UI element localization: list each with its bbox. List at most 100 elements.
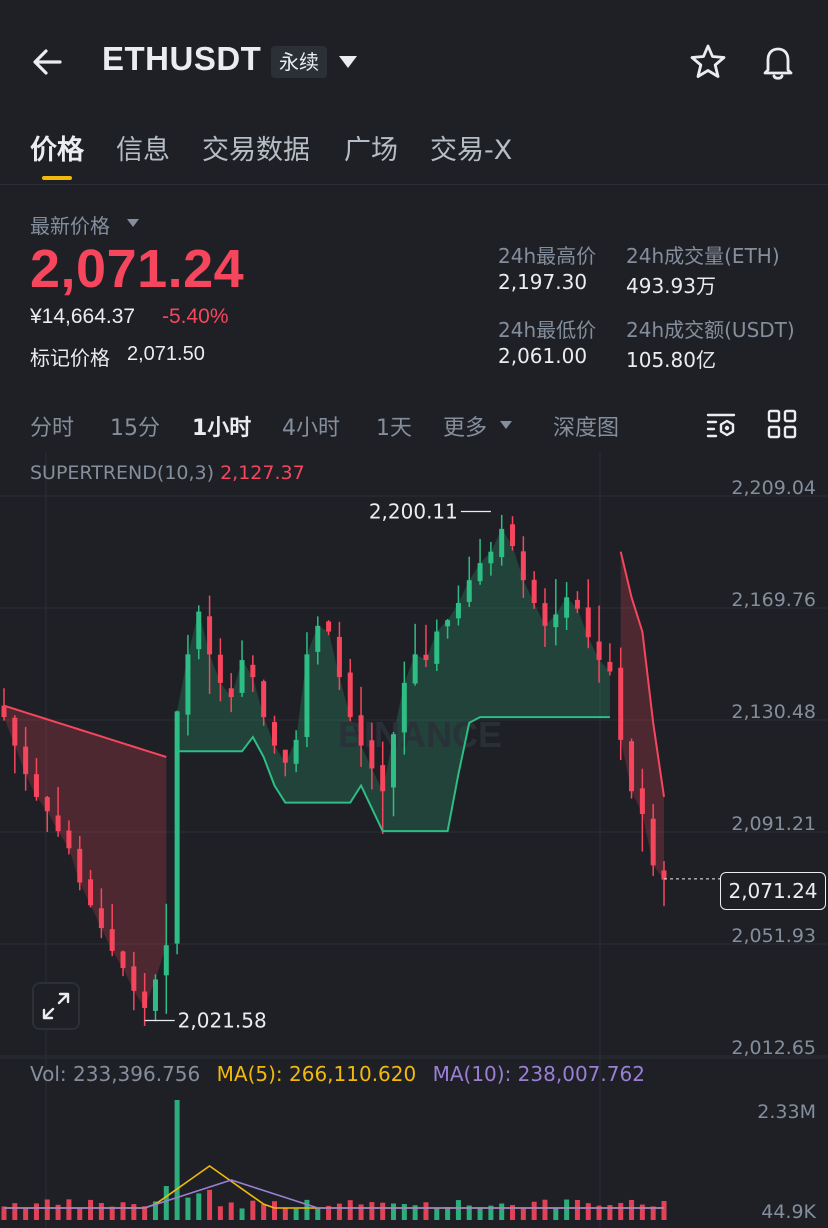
candlestick-chart[interactable]: BINANCE 2,209.042,169.762,130.482,091.21… xyxy=(0,452,828,1228)
candle-body xyxy=(585,607,591,638)
interval-4h[interactable]: 4小时 xyxy=(282,410,340,442)
candle-body xyxy=(109,929,115,951)
depth-chart-tab[interactable]: 深度图 xyxy=(553,410,619,442)
volume-bar xyxy=(531,1201,537,1220)
volume-bar xyxy=(574,1199,580,1220)
more-dropdown-icon[interactable] xyxy=(499,420,513,430)
volume-bar xyxy=(423,1202,429,1220)
mark-price: 2,071.50 xyxy=(127,343,205,365)
candle-body xyxy=(661,870,667,880)
interval-timeline[interactable]: 分时 xyxy=(30,410,74,442)
candle-body xyxy=(564,597,570,618)
candle-body xyxy=(88,879,94,906)
back-arrow-icon[interactable] xyxy=(28,42,72,82)
low-marker-label: 2,021.58 xyxy=(178,1009,267,1033)
tab-trade-x[interactable]: 交易-X xyxy=(430,128,512,167)
volume-bar xyxy=(564,1199,570,1220)
candle-body xyxy=(607,661,613,672)
volume-bar xyxy=(207,1189,213,1220)
tab-square[interactable]: 广场 xyxy=(344,128,398,167)
volume-indicator-line: Vol: 233,396.756 MA(5): 266,110.620 MA(1… xyxy=(30,1062,645,1086)
volume-bar xyxy=(315,1208,321,1220)
price-axis-tick: 2,051.93 xyxy=(731,925,816,947)
low-24h-value: 2,061.00 xyxy=(498,344,588,368)
volume-bar xyxy=(239,1208,245,1220)
volume-bar xyxy=(228,1202,234,1220)
volume-bar xyxy=(293,1208,299,1220)
candle-body xyxy=(185,654,191,715)
volume-bar xyxy=(250,1200,256,1220)
price-axis-tick: 2,130.48 xyxy=(731,701,816,723)
candle-body xyxy=(477,563,483,582)
price-axis-tick: 2,091.21 xyxy=(731,813,816,835)
high-marker-label: 2,200.11 xyxy=(369,499,458,523)
symbol-title[interactable]: ETHUSDT xyxy=(102,40,261,78)
candle-body xyxy=(574,599,580,609)
price-axis-tick: 2,169.76 xyxy=(731,589,816,611)
favorite-star-icon[interactable] xyxy=(688,42,728,82)
tab-price[interactable]: 价格 xyxy=(30,128,84,167)
candle-body xyxy=(261,681,267,718)
bell-icon[interactable] xyxy=(758,42,798,82)
candle-body xyxy=(131,966,137,991)
indicator-settings-icon[interactable] xyxy=(704,408,738,442)
candle-body xyxy=(499,528,505,558)
high-24h-label: 24h最高价 xyxy=(498,244,597,268)
candle-body xyxy=(282,749,288,763)
candle-body xyxy=(326,621,332,632)
layout-grid-icon[interactable] xyxy=(766,408,798,440)
latest-price-label[interactable]: 最新价格 xyxy=(30,210,110,239)
volume-axis-top: 2.33M xyxy=(757,1101,816,1123)
volume-bar xyxy=(347,1200,353,1220)
candle-body xyxy=(23,746,29,775)
volume-bar xyxy=(401,1203,407,1220)
latest-price-dropdown-icon[interactable] xyxy=(126,218,140,228)
volume-bar xyxy=(380,1202,386,1220)
symbol-dropdown-icon[interactable] xyxy=(338,55,358,69)
high-24h-value: 2,197.30 xyxy=(498,270,588,294)
supertrend-indicator-label: SUPERTREND(10,3) 2,127.37 xyxy=(30,462,305,484)
volume-bar xyxy=(282,1207,288,1220)
volume-bar xyxy=(174,1100,180,1220)
candle-body xyxy=(618,667,624,740)
expand-icon[interactable] xyxy=(32,982,80,1030)
volume-bar xyxy=(196,1193,202,1220)
candle-body xyxy=(434,631,440,664)
candle-body xyxy=(380,765,386,792)
candle-body xyxy=(66,830,72,849)
volume-bar xyxy=(12,1203,18,1220)
candle-body xyxy=(336,636,342,678)
tab-trading-data[interactable]: 交易数据 xyxy=(202,128,310,167)
interval-15m[interactable]: 15分 xyxy=(110,410,160,442)
volume-bar xyxy=(553,1207,559,1220)
candle-body xyxy=(250,664,256,678)
candle-body xyxy=(358,715,364,746)
candle-body xyxy=(239,660,245,693)
interval-more[interactable]: 更多 xyxy=(443,410,487,442)
volume-bar xyxy=(271,1201,277,1220)
candle-body xyxy=(531,579,537,604)
interval-1h[interactable]: 1小时 xyxy=(192,410,251,442)
candle-body xyxy=(629,741,635,792)
volume-bar xyxy=(163,1186,169,1220)
volume-bar xyxy=(618,1202,624,1220)
candle-body xyxy=(174,711,180,944)
volume-bar xyxy=(120,1202,126,1220)
interval-bar: 分时 15分 1小时 4小时 1天 更多 深度图 xyxy=(0,400,828,450)
price-axis-tick: 2,209.04 xyxy=(731,477,816,499)
interval-1d[interactable]: 1天 xyxy=(376,410,412,442)
tab-info[interactable]: 信息 xyxy=(116,128,170,167)
candle-body xyxy=(12,717,18,746)
active-tab-indicator xyxy=(42,176,72,180)
last-price-tag: 2,071.24 xyxy=(720,872,826,910)
candle-body xyxy=(196,611,202,650)
candle-body xyxy=(315,625,321,652)
volume-bar xyxy=(217,1206,223,1220)
candle-body xyxy=(1,705,7,718)
candle-body xyxy=(293,739,299,764)
main-tabs: 价格 信息 交易数据 广场 交易-X xyxy=(0,120,828,185)
volume-bar xyxy=(499,1203,505,1220)
candle-body xyxy=(510,524,516,546)
top-bar: ETHUSDT 永续 xyxy=(0,0,828,120)
volume-bar xyxy=(520,1208,526,1220)
